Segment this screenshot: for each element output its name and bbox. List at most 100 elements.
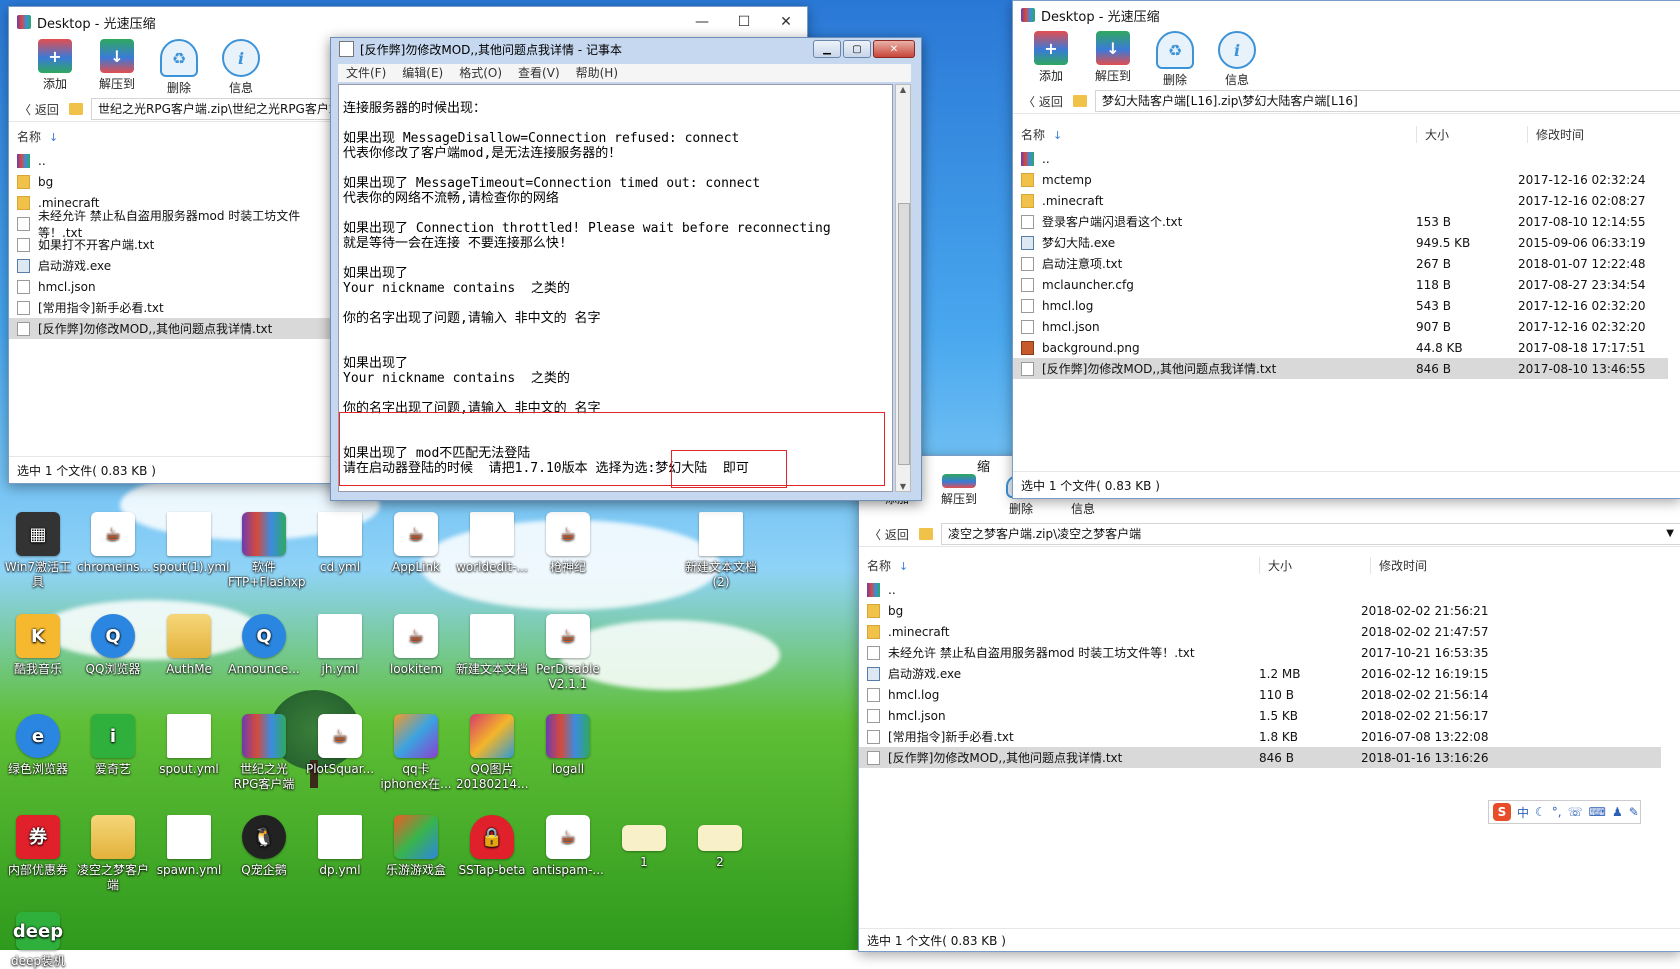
notepad-window[interactable]: [反作弊]勿修改MOD,,其他问题点我详情 - 记事本 ▁ ▢ ✕ 文件(F) … [330,37,922,501]
desktop-icon[interactable]: 🐧 Q宠企鹅 [228,815,300,878]
table-row[interactable]: 启动游戏.exe 1.2 MB 2016-02-12 16:19:15 [859,663,1661,684]
name-column-header[interactable]: 名称 ↓ [9,128,58,145]
desktop-icon[interactable]: e 绿色浏览器 [2,714,74,777]
voice-icon[interactable]: ☏ [1568,805,1583,819]
minimize-button[interactable]: — [681,7,723,37]
desktop-icon[interactable]: 新建文本文档 [456,614,528,677]
desktop-icon[interactable]: 1 [608,815,680,870]
info-button[interactable]: i信息 [213,39,269,97]
list-item-selected[interactable]: [反作弊]勿修改MOD,,其他问题点我详情.txt [9,318,339,339]
punctuation-icon[interactable]: °, [1552,805,1562,819]
table-row-selected[interactable]: [反作弊]勿修改MOD,,其他问题点我详情.txt 846 B 2018-01-16… [859,747,1661,768]
dropdown-arrow-icon[interactable]: ▼ [1666,524,1674,544]
menu-view[interactable]: 查看(V) [510,64,568,82]
delete-button[interactable]: ♻删除 [151,39,207,97]
wrench-icon[interactable]: ✎ [1629,805,1639,819]
desktop-icon[interactable]: spawn.yml [153,815,225,878]
menu-edit[interactable]: 编辑(E) [394,64,451,82]
desktop-icon[interactable]: jh.yml [304,614,376,677]
desktop-icon[interactable]: ☕ chromeins... [77,512,151,575]
close-button[interactable]: ✕ [873,40,915,58]
info-button[interactable]: i信息 [1209,31,1265,89]
add-button[interactable]: + 添加 [27,39,83,97]
maximize-button[interactable]: ☐ [723,7,765,37]
desktop-icon[interactable]: deep deep装机 [2,912,74,969]
table-row[interactable]: .minecraft 2017-12-16 02:08:27 [1013,190,1668,211]
minimize-button[interactable]: ▁ [813,40,841,58]
table-row[interactable]: bg 2018-02-02 21:56:21 [859,600,1661,621]
table-row[interactable]: 未经允许 禁止私自盗用服务器mod 时装工坊文件等！.txt 2017-10-21… [859,642,1661,663]
desktop-icon[interactable]: logall [532,714,604,777]
list-item[interactable]: 未经允许 禁止私自盗用服务器mod 时装工坊文件等！.txt [9,209,339,240]
extract-button[interactable]: ↓ 解压到 [1085,31,1141,89]
desktop-icon[interactable]: i 爱奇艺 [77,714,149,777]
path-field[interactable]: 凌空之梦客户端.zip\凌空之梦客户端 ▼ [941,523,1680,545]
desktop-icon[interactable]: ▦ Win7激活工具 [2,512,74,590]
list-item[interactable]: .. [9,150,339,171]
desktop-icon[interactable]: Q QQ浏览器 [77,614,149,677]
table-row[interactable]: .. [1013,148,1668,169]
table-row[interactable]: 梦幻大陆.exe 949.5 KB 2015-09-06 06:33:19 [1013,232,1668,253]
menu-help[interactable]: 帮助(H) [568,64,626,82]
desktop-icon[interactable]: ☕ lookitem [380,614,452,677]
table-row[interactable]: 启动注意项.txt 267 B 2018-01-07 12:22:48 [1013,253,1668,274]
extract-button[interactable]: 解压到 [931,474,987,514]
table-row[interactable]: 登录客户端闪退看这个.txt 153 B 2017-08-10 12:14:55 [1013,211,1668,232]
path-field[interactable]: 梦幻大陆客户端[L16].zip\梦幻大陆客户端[L16] [1095,90,1680,112]
desktop-icon[interactable]: worldedit-... [456,512,528,575]
table-row[interactable]: .. [859,579,1661,600]
time-column-header[interactable]: 修改时间 [1527,125,1584,143]
desktop-icon[interactable]: 凌空之梦客户端 [77,815,149,893]
list-item[interactable]: [常用指令]新手必看.txt [9,297,339,318]
desktop-icon[interactable]: spout(1).yml [153,512,229,575]
desktop-icon[interactable]: 新建文本文档(2) [685,512,757,590]
back-button[interactable]: 〈 返回 [1013,93,1069,110]
list-item[interactable]: hmcl.json [9,276,339,297]
menu-file[interactable]: 文件(F) [338,64,394,82]
desktop-icon[interactable]: ☕ 枪神纪 [532,512,604,575]
desktop-icon[interactable]: ☕ PerDisable V2.1.1 [532,614,604,692]
desktop-icon[interactable]: dp.yml [304,815,376,878]
desktop-icon[interactable]: 世纪之光RPG客户端 [228,714,300,792]
table-row[interactable]: hmcl.json 907 B 2017-12-16 02:32:20 [1013,316,1668,337]
table-row[interactable]: mclauncher.cfg 118 B 2017-08-27 23:34:54 [1013,274,1668,295]
table-row-selected[interactable]: [反作弊]勿修改MOD,,其他问题点我详情.txt 846 B 2017-08-10… [1013,358,1668,379]
name-column-header[interactable]: 名称 ↓ [859,557,1259,574]
scrollbar-thumb[interactable] [898,203,910,465]
maximize-button[interactable]: ▢ [843,40,871,58]
desktop-icon[interactable]: 软件FTP+Flashxp [228,512,305,590]
desktop-icon[interactable]: ☕ PlotSquar... [304,714,376,777]
size-column-header[interactable]: 大小 [1416,125,1527,143]
desktop-icon[interactable]: Q Announce... [228,614,300,677]
ime-toolbar[interactable]: S 中 ☾ °, ☏ ⌨ ♟ ✎ [1488,800,1641,824]
desktop-icon[interactable]: 券内部优惠券 [2,815,74,878]
list-item[interactable]: bg [9,171,339,192]
scroll-down-icon[interactable]: ▼ [896,482,910,491]
back-button[interactable]: 〈 返回 [859,526,915,543]
desktop-icon[interactable]: ☕ antispam-... [532,815,604,878]
time-column-header[interactable]: 修改时间 [1370,556,1427,574]
desktop-icon[interactable]: AuthMe [153,614,225,677]
name-column-header[interactable]: 名称 ↓ [1013,126,1416,143]
menu-format[interactable]: 格式(O) [451,64,510,82]
scroll-up-icon[interactable]: ▲ [896,85,910,94]
table-row[interactable]: background.png 44.8 KB 2017-08-18 17:17:51 [1013,337,1668,358]
desktop-icon[interactable]: cd.yml [304,512,376,575]
table-row[interactable]: [常用指令]新手必看.txt 1.8 KB 2016-07-08 13:22:08 [859,726,1661,747]
table-row[interactable]: hmcl.log 543 B 2017-12-16 02:32:20 [1013,295,1668,316]
user-icon[interactable]: ♟ [1612,805,1623,819]
desktop-icon[interactable]: qq卡iphonex在... [380,714,452,792]
vertical-scrollbar[interactable]: ▲ ▼ [895,84,911,492]
table-row[interactable]: hmcl.log 110 B 2018-02-02 21:56:14 [859,684,1661,705]
archive-window-2[interactable]: Desktop - 光速压缩 + 添加 ↓ 解压到 ♻ 删除 i 信息 〈 返回 梦幻大… [1012,0,1680,499]
back-button[interactable]: 〈 返回 [9,101,65,118]
size-column-header[interactable]: 大小 [1259,556,1370,574]
close-button[interactable]: ✕ [765,7,807,37]
ime-mode[interactable]: 中 [1517,804,1529,821]
table-row[interactable]: hmcl.json 1.5 KB 2018-02-02 21:56:17 [859,705,1661,726]
list-item[interactable]: 启动游戏.exe [9,255,339,276]
delete-button[interactable]: ♻删除 [1147,31,1203,89]
add-button[interactable]: + 添加 [1023,31,1079,89]
table-row[interactable]: mctemp 2017-12-16 02:32:24 [1013,169,1668,190]
desktop-icon[interactable]: 乐游游戏盒 [380,815,452,878]
